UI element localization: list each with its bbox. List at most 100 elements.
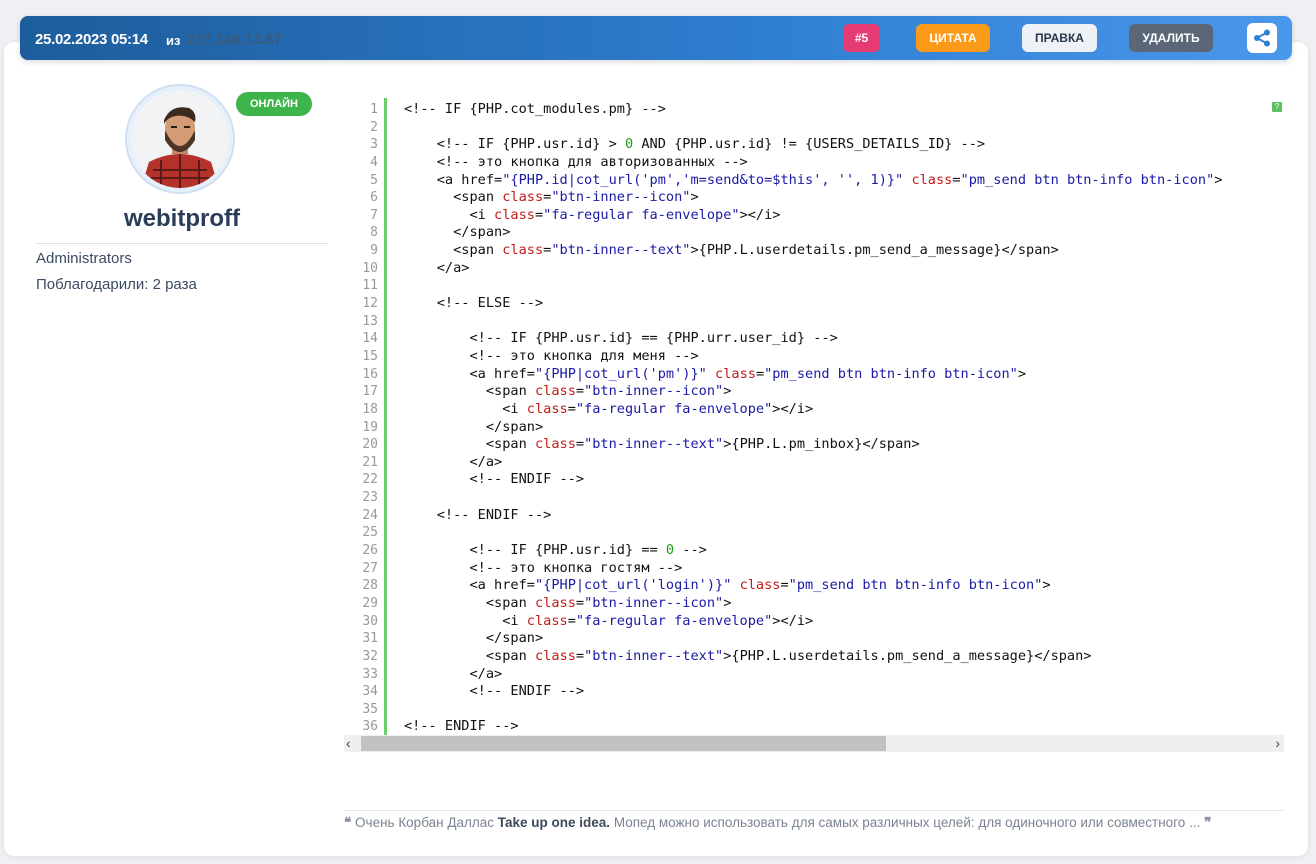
code-line: <span class="btn-inner--text">{PHP.L.use…: [404, 242, 1059, 259]
code-line: <span class="btn-inner--icon">: [404, 189, 699, 206]
line-number: 9: [370, 243, 378, 259]
code-line: <span class="btn-inner--icon">: [404, 594, 732, 611]
signature-divider: [344, 810, 1284, 811]
code-line: <!-- IF {PHP.usr.id} > 0 AND {PHP.usr.id…: [404, 136, 986, 153]
ip-address: 217.146.13.87: [186, 31, 282, 48]
horizontal-scrollbar[interactable]: ‹ ›: [344, 735, 1284, 752]
code-line: <i class="fa-regular fa-envelope"></i>: [404, 400, 814, 417]
line-number: 15: [362, 348, 378, 364]
code-line: <span class="btn-inner--text">{PHP.L.use…: [404, 647, 1092, 664]
code-line: </span>: [404, 224, 511, 241]
line-number: 2: [370, 119, 378, 135]
code-block[interactable]: 1 2 3 4 5 6 7 8 9 10 11 12 13 14 15 16 17 18 19 20 21 22 23 24 2…: [344, 94, 1284, 752]
close-quote-icon: ❞: [1204, 815, 1212, 830]
line-number: 17: [362, 384, 378, 400]
post-date: 25.02.2023 05:14: [35, 31, 148, 48]
scroll-right-icon[interactable]: ›: [1275, 735, 1280, 752]
online-status-badge: ОНЛАЙН: [236, 92, 312, 116]
line-number: 21: [362, 454, 378, 470]
line-number: 33: [362, 666, 378, 682]
post-number-button[interactable]: #5: [843, 24, 880, 52]
code-line: <!-- это кнопка для авторизованных -->: [404, 153, 748, 170]
line-number: 14: [362, 331, 378, 347]
signature: ❝ Очень Корбан Даллас Take up one idea. …: [344, 815, 1284, 831]
code-line: <!-- это кнопка гостям -->: [404, 559, 683, 576]
line-number: 30: [362, 613, 378, 629]
signature-bold: Take up one idea.: [497, 815, 611, 830]
line-number: 36: [362, 719, 378, 735]
code-line: <!-- ENDIF -->: [404, 683, 585, 700]
line-number: 3: [370, 137, 378, 153]
user-group: Administrators: [36, 250, 132, 267]
line-number: 35: [362, 701, 378, 717]
line-number: 5: [370, 172, 378, 188]
line-number: 7: [370, 207, 378, 223]
code-line: <a href="{PHP|cot_url('login')}" class="…: [404, 577, 1051, 594]
line-number: 1: [370, 102, 378, 117]
line-number: 28: [362, 578, 378, 594]
delete-button[interactable]: УДАЛИТЬ: [1129, 24, 1213, 52]
line-number: 10: [362, 260, 378, 276]
code-line: <i class="fa-regular fa-envelope"></i>: [404, 206, 781, 223]
post-header-bar: 25.02.2023 05:14 из 217.146.13.87 #5 ЦИТ…: [20, 16, 1292, 60]
line-number: 25: [362, 525, 378, 541]
scroll-left-icon[interactable]: ‹: [346, 735, 351, 752]
line-number: 6: [370, 190, 378, 206]
line-number: 13: [362, 313, 378, 329]
code-line: </span>: [404, 418, 544, 435]
avatar-frame: [127, 86, 233, 192]
line-number: 20: [362, 437, 378, 453]
thanks-count: Поблагодарили: 2 раза: [36, 276, 197, 293]
code-line: <!-- IF {PHP.usr.id} == 0 -->: [404, 542, 707, 559]
line-number: 34: [362, 684, 378, 700]
share-button[interactable]: [1247, 23, 1277, 53]
quote-button[interactable]: ЦИТАТА: [916, 24, 990, 52]
edit-button[interactable]: ПРАВКА: [1022, 24, 1097, 52]
gutter-highlight-bar: [384, 98, 387, 736]
line-number: 26: [362, 543, 378, 559]
open-quote-icon: ❝: [344, 815, 352, 830]
code-line: <!-- это кнопка для меня -->: [404, 347, 699, 364]
line-number: 29: [362, 595, 378, 611]
code-line: </a>: [404, 453, 503, 470]
code-line: <span class="btn-inner--icon">: [404, 383, 732, 400]
signature-text: Мопед можно использовать для самых разли…: [613, 815, 1201, 830]
code-line: <!-- ELSE -->: [404, 295, 544, 312]
line-number: 32: [362, 648, 378, 664]
code-line: </a>: [404, 665, 503, 682]
line-number-gutter: 1 2 3 4 5 6 7 8 9 10 11 12 13 14 15 16 17 18 19 20 21 22 23 24 2…: [344, 101, 386, 736]
code-line: <a href="{PHP.id|cot_url('pm','m=send&to…: [404, 171, 1223, 188]
line-number: 23: [362, 490, 378, 506]
line-number: 22: [362, 472, 378, 488]
avatar-photo: [131, 90, 229, 188]
line-number: 11: [362, 278, 378, 294]
line-number: 18: [362, 401, 378, 417]
line-number: 19: [362, 419, 378, 435]
from-label: из: [166, 33, 181, 48]
code-line: <a href="{PHP|cot_url('pm')}" class="pm_…: [404, 365, 1027, 382]
username[interactable]: webitproff: [36, 205, 328, 233]
code-line: <!-- IF {PHP.cot_modules.pm} -->: [404, 101, 666, 117]
code-line: <!-- ENDIF -->: [404, 506, 552, 523]
code-line: <span class="btn-inner--text">{PHP.L.pm_…: [404, 436, 920, 453]
line-number: 16: [362, 366, 378, 382]
line-number: 8: [370, 225, 378, 241]
scrollbar-thumb[interactable]: [361, 736, 886, 751]
line-number: 24: [362, 507, 378, 523]
code-line: <!-- ENDIF -->: [404, 718, 519, 735]
line-number: 12: [362, 296, 378, 312]
help-icon[interactable]: ?: [1272, 102, 1282, 112]
avatar[interactable]: [131, 90, 229, 188]
code-line: </a>: [404, 259, 470, 276]
code-line: <!-- ENDIF -->: [404, 471, 585, 488]
code-lines: <!-- IF {PHP.cot_modules.pm} --> <!-- IF…: [404, 101, 1284, 736]
line-number: 27: [362, 560, 378, 576]
share-icon: [1254, 29, 1270, 47]
code-line: <!-- IF {PHP.usr.id} == {PHP.urr.user_id…: [404, 330, 838, 347]
signature-prefix: Очень Корбан Даллас: [355, 815, 494, 830]
